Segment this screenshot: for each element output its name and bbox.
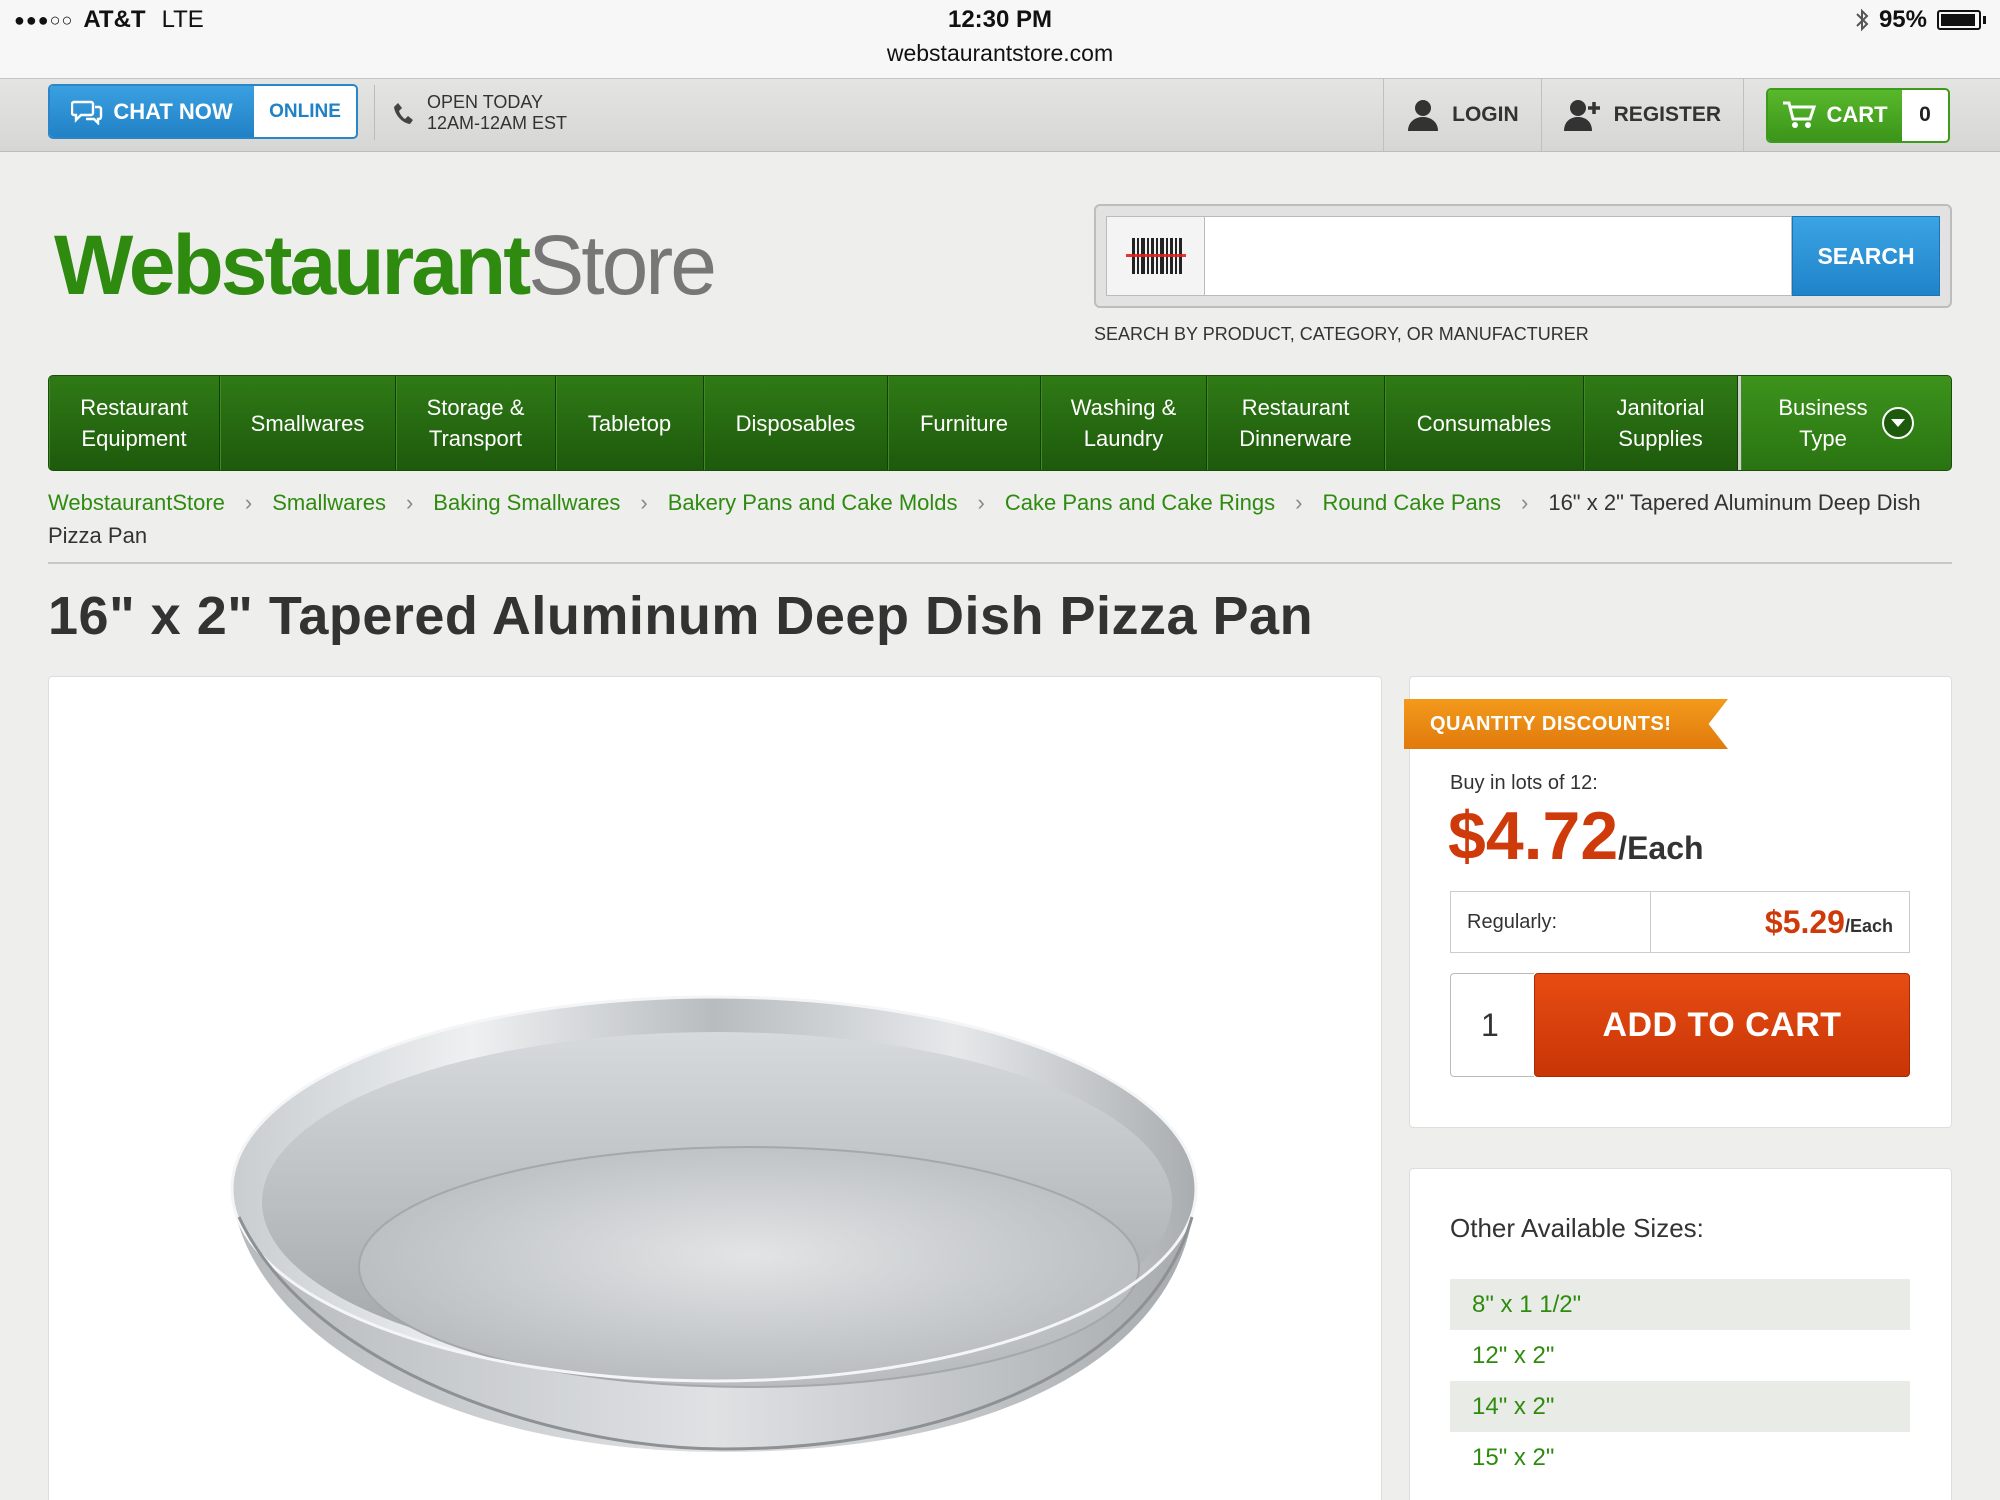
chat-now-button[interactable]: CHAT NOW: [50, 86, 254, 137]
add-user-icon: [1563, 100, 1600, 131]
add-to-cart-row: ADD TO CART: [1450, 973, 1910, 1077]
chat-now-label: CHAT NOW: [113, 98, 233, 124]
regular-price-row: Regularly: $5.29/Each: [1450, 891, 1910, 953]
chat-status: ONLINE: [269, 100, 341, 122]
breadcrumb-separator-icon: ›: [1521, 490, 1529, 515]
size-option[interactable]: 12" x 2": [1450, 1330, 1910, 1381]
category-nav: Restaurant Equipment Smallwares Storage &…: [48, 375, 1952, 471]
search-bar: SEARCH: [1094, 204, 1952, 308]
login-link[interactable]: LOGIN: [1383, 79, 1541, 151]
breadcrumb-link[interactable]: Smallwares: [272, 490, 386, 515]
chevron-down-icon: [1881, 407, 1914, 439]
cart-wrapper: CART 0: [1743, 79, 2000, 151]
breadcrumb-link[interactable]: Round Cake Pans: [1322, 490, 1501, 515]
store-hours: OPEN TODAY 12AM-12AM EST: [374, 85, 567, 140]
register-label: REGISTER: [1613, 103, 1721, 126]
battery-icon: [1937, 10, 1981, 30]
cart-label-area[interactable]: CART: [1768, 89, 1902, 141]
nav-item-restaurant-equipment[interactable]: Restaurant Equipment: [49, 376, 220, 470]
hours-line-1: OPEN TODAY: [427, 91, 544, 112]
product-image[interactable]: [49, 677, 1382, 1500]
breadcrumb-link[interactable]: Baking Smallwares: [433, 490, 620, 515]
phone-icon: [394, 102, 413, 124]
regular-price-unit: /Each: [1844, 915, 1893, 936]
add-to-cart-button[interactable]: ADD TO CART: [1534, 973, 1910, 1077]
battery-tip: [1983, 16, 1986, 24]
breadcrumb-separator-icon: ›: [405, 490, 414, 515]
size-option[interactable]: 14" x 2": [1450, 1381, 1910, 1432]
breadcrumb: WebstaurantStore › Smallwares › Baking Small…: [48, 486, 1952, 552]
site-logo[interactable]: WebstaurantStore: [54, 215, 717, 315]
discount-price-unit: /Each: [1618, 830, 1704, 866]
size-option[interactable]: 8" x 1 1/2": [1450, 1279, 1910, 1330]
logo-part-webstaurant: Webstaurant: [54, 218, 531, 312]
nav-item-consumables[interactable]: Consumables: [1385, 376, 1584, 470]
divider: [48, 562, 1952, 564]
breadcrumb-separator-icon: ›: [244, 490, 253, 515]
nav-item-janitorial-supplies[interactable]: Janitorial Supplies: [1584, 376, 1738, 470]
quantity-discount-badge: QUANTITY DISCOUNTS!: [1404, 699, 1728, 749]
discount-price: $4.72/Each: [1448, 797, 1704, 875]
regular-price-label: Regularly:: [1451, 892, 1651, 952]
other-sizes-panel: Other Available Sizes: 8" x 1 1/2" 12" x…: [1409, 1168, 1952, 1500]
nav-item-disposables[interactable]: Disposables: [704, 376, 888, 470]
nav-item-storage-transport[interactable]: Storage & Transport: [396, 376, 556, 470]
barcode-scanner-icon: [1125, 238, 1186, 274]
breadcrumb-separator-icon: ›: [1295, 490, 1303, 515]
search-button[interactable]: SEARCH: [1792, 216, 1940, 296]
barcode-scan-button[interactable]: [1106, 216, 1204, 296]
cart-icon: [1783, 101, 1817, 128]
bluetooth-icon: [1856, 8, 1869, 32]
breadcrumb-separator-icon: ›: [640, 490, 648, 515]
logo-part-store: Store: [528, 218, 717, 312]
status-time: 12:30 PM: [947, 6, 1053, 33]
product-image-panel: [48, 676, 1382, 1500]
nav-item-tabletop[interactable]: Tabletop: [556, 376, 704, 470]
search-hint: SEARCH BY PRODUCT, CATEGORY, OR MANUFACT…: [1094, 324, 1589, 344]
search-input[interactable]: [1204, 216, 1792, 296]
breadcrumb-link[interactable]: Cake Pans and Cake Rings: [1005, 490, 1275, 515]
nav-item-washing-laundry[interactable]: Washing & Laundry: [1041, 376, 1207, 470]
battery-percent: 95%: [1878, 6, 1927, 33]
user-icon: [1408, 100, 1439, 131]
address-bar-url[interactable]: webstaurantstore.com: [0, 40, 2000, 67]
nav-item-smallwares[interactable]: Smallwares: [220, 376, 396, 470]
breadcrumb-link[interactable]: WebstaurantStore: [48, 490, 225, 515]
login-label: LOGIN: [1452, 103, 1519, 126]
lot-size-text: Buy in lots of 12:: [1450, 772, 1598, 794]
register-link[interactable]: REGISTER: [1540, 79, 1743, 151]
status-right: 95%: [1855, 6, 1986, 34]
product-title: 16" x 2" Tapered Aluminum Deep Dish Pizz…: [48, 586, 1314, 646]
buy-box: QUANTITY DISCOUNTS! Buy in lots of 12: $…: [1404, 676, 1952, 1128]
hours-line-2: 12AM-12AM EST: [427, 112, 568, 133]
chat-widget[interactable]: CHAT NOW ONLINE: [48, 84, 358, 139]
cart-button[interactable]: CART 0: [1766, 87, 1950, 143]
chat-bubbles-icon: [71, 100, 103, 125]
breadcrumb-separator-icon: ›: [977, 490, 985, 515]
regular-price-value: $5.29: [1764, 903, 1845, 940]
account-links: LOGIN REGISTER CART 0: [1383, 79, 2000, 151]
discount-price-value: $4.72: [1448, 798, 1619, 874]
cart-count-badge: 0: [1919, 103, 1931, 126]
other-sizes-title: Other Available Sizes:: [1450, 1213, 1704, 1243]
size-list: 8" x 1 1/2" 12" x 2" 14" x 2" 15" x 2": [1450, 1279, 1910, 1483]
nav-item-furniture[interactable]: Furniture: [888, 376, 1041, 470]
cart-label: CART: [1826, 102, 1888, 127]
nav-item-business-type[interactable]: Business Type: [1738, 376, 1951, 470]
regular-price: $5.29/Each: [1651, 892, 1909, 952]
nav-item-restaurant-dinnerware[interactable]: Restaurant Dinnerware: [1207, 376, 1385, 470]
quantity-input[interactable]: [1450, 973, 1534, 1077]
utility-bar: CHAT NOW ONLINE OPEN TODAY 12AM-12AM EST…: [0, 78, 2000, 152]
size-option[interactable]: 15" x 2": [1450, 1432, 1910, 1483]
status-bar: ●●●○○ AT&T LTE 12:30 PM webstaurantstore…: [0, 0, 2000, 78]
breadcrumb-link[interactable]: Bakery Pans and Cake Molds: [668, 490, 958, 515]
